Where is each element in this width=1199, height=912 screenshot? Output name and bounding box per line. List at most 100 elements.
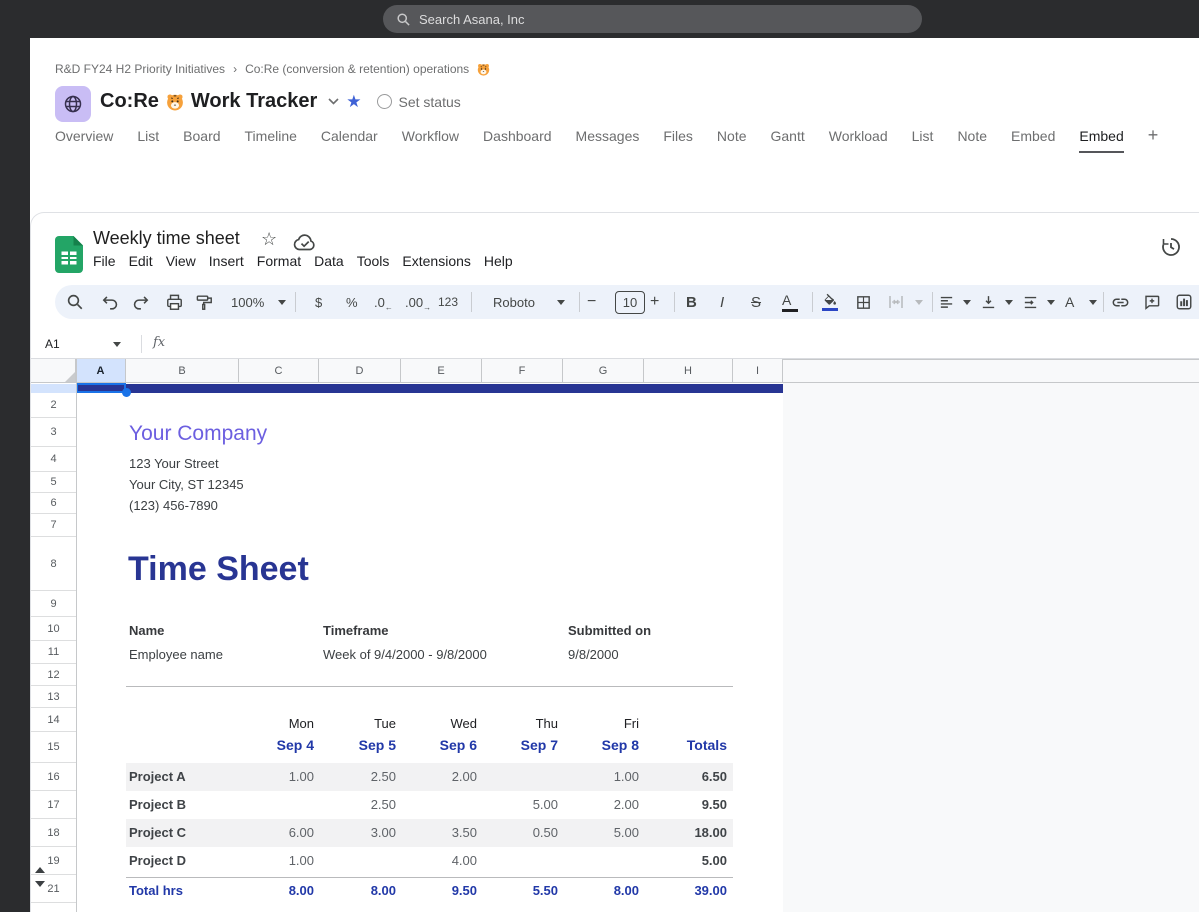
row-header[interactable]: 2 [31,393,76,418]
row-header-1-selected[interactable] [31,384,76,393]
row-header[interactable]: 5 [31,472,76,493]
cell-value[interactable]: 2.50 [316,791,396,819]
row-group-collapse-icon[interactable] [35,867,45,873]
row-header[interactable]: 12 [31,664,76,686]
cell-submitted-header[interactable]: Submitted on [568,623,651,638]
fill-color-button[interactable] [818,290,842,314]
row-header[interactable]: 9 [31,591,76,617]
cell-total-value[interactable]: 8.00 [316,878,396,904]
row-header-partial[interactable] [31,903,76,912]
column-header-D[interactable]: D [319,359,401,383]
row-header[interactable]: 6 [31,493,76,514]
column-header-I[interactable]: I [733,359,783,383]
tab-note-2[interactable]: Note [957,128,987,151]
cell-row-total[interactable]: 6.50 [637,763,727,791]
column-header-F[interactable]: F [482,359,563,383]
menu-extensions[interactable]: Extensions [402,253,470,269]
row-header[interactable]: 14 [31,708,76,732]
tab-note[interactable]: Note [717,128,747,151]
menu-insert[interactable]: Insert [209,253,244,269]
cell-value[interactable]: 1.00 [234,763,314,791]
cell-total-hrs-label[interactable]: Total hrs [129,878,183,904]
favorite-star-icon[interactable]: ★ [346,92,361,112]
name-box-caret-icon[interactable] [113,342,121,347]
tab-list-2[interactable]: List [912,128,934,151]
cell-value[interactable]: 3.00 [316,819,396,847]
tab-workload[interactable]: Workload [829,128,888,151]
print-button[interactable] [162,290,186,314]
decrease-font-size-button[interactable]: − [587,293,596,311]
row-header[interactable]: 8 [31,537,76,591]
row-header[interactable]: 21 [31,875,76,903]
cell-date-fri[interactable]: Sep 8 [559,737,639,753]
cell-value[interactable]: 2.00 [559,791,639,819]
set-status-button[interactable]: Set status [377,94,461,110]
zoom-select[interactable]: 100% [231,295,264,310]
menu-file[interactable]: File [93,253,116,269]
project-avatar[interactable] [55,86,91,122]
tab-embed-2-active[interactable]: Embed [1079,128,1123,153]
percent-format-button[interactable]: % [346,295,358,310]
row-header[interactable]: 7 [31,514,76,537]
menu-tools[interactable]: Tools [357,253,390,269]
font-size-input[interactable]: 10 [615,291,645,314]
more-formats-button[interactable]: 123 [438,295,458,309]
tab-list[interactable]: List [137,128,159,151]
breadcrumb-project[interactable]: R&D FY24 H2 Priority Initiatives [55,62,225,76]
bold-button[interactable]: B [686,294,697,311]
insert-link-button[interactable] [1108,290,1132,314]
insert-chart-button[interactable] [1172,290,1196,314]
row-header[interactable]: 16 [31,763,76,791]
cell-day-wed[interactable]: Wed [397,716,477,731]
cell-total-value[interactable]: 8.00 [234,878,314,904]
cell-submitted-value[interactable]: 9/8/2000 [568,647,619,662]
add-tab-button[interactable]: + [1148,128,1159,142]
selection-handle[interactable] [122,388,131,397]
chevron-down-icon[interactable] [328,98,339,105]
name-box[interactable]: A1 [45,337,60,351]
cell-date-wed[interactable]: Sep 6 [397,737,477,753]
borders-button[interactable] [851,290,875,314]
row-header[interactable]: 10 [31,617,76,641]
tab-gantt[interactable]: Gantt [771,128,805,151]
row-header[interactable]: 3 [31,418,76,447]
cell-total-value[interactable]: 9.50 [397,878,477,904]
cell-day-fri[interactable]: Fri [559,716,639,731]
cell-day-mon[interactable]: Mon [234,716,314,731]
row-header[interactable]: 17 [31,791,76,819]
cell-project-label[interactable]: Project D [129,847,186,875]
text-rotation-button[interactable]: A [1065,294,1074,310]
cell-totals-header[interactable]: Totals [637,737,727,753]
cell-value[interactable]: 6.00 [234,819,314,847]
cell-date-thu[interactable]: Sep 7 [478,737,558,753]
tab-timeline[interactable]: Timeline [245,128,297,151]
column-header-H[interactable]: H [644,359,733,383]
cell-value[interactable]: 1.00 [559,763,639,791]
toolbar-search-button[interactable] [63,290,87,314]
tab-dashboard[interactable]: Dashboard [483,128,552,151]
increase-font-size-button[interactable]: + [650,293,659,311]
cell-date-tue[interactable]: Sep 5 [316,737,396,753]
increase-decimal-button[interactable]: .00→ [405,295,431,310]
menu-edit[interactable]: Edit [129,253,153,269]
cell-row-total[interactable]: 9.50 [637,791,727,819]
cell-name-header[interactable]: Name [129,623,164,638]
cell-row-total[interactable]: 5.00 [637,847,727,875]
column-header-A[interactable]: A [76,359,126,383]
currency-format-button[interactable]: $ [315,295,322,310]
decrease-decimal-button[interactable]: .0← [374,295,393,310]
cell-row-total[interactable]: 18.00 [637,819,727,847]
sheet-doc-title[interactable]: Weekly time sheet [93,228,240,249]
cell-total-value[interactable]: 5.50 [478,878,558,904]
row1-navy-band[interactable] [77,384,783,393]
menu-view[interactable]: View [166,253,196,269]
fx-label[interactable]: fx [153,335,165,350]
cell-company-name[interactable]: Your Company [129,422,267,446]
column-header-C[interactable]: C [239,359,319,383]
tab-files[interactable]: Files [663,128,693,151]
row-header[interactable]: 15 [31,732,76,763]
paint-format-button[interactable] [192,290,216,314]
tab-calendar[interactable]: Calendar [321,128,378,151]
cell-value[interactable]: 2.50 [316,763,396,791]
tab-messages[interactable]: Messages [576,128,640,151]
